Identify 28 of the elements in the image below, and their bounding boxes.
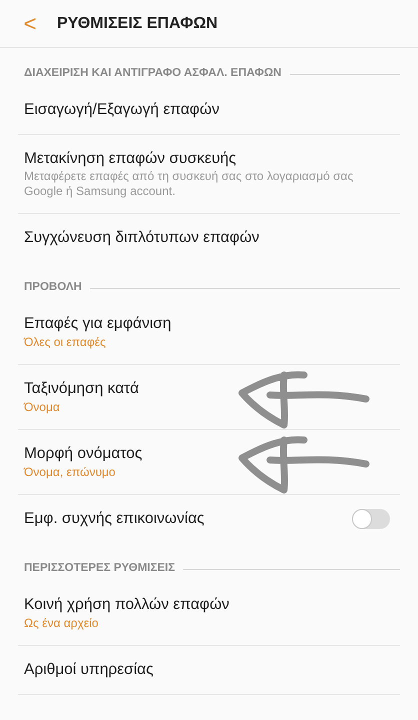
setting-value: Ως ένα αρχείο xyxy=(24,615,100,631)
setting-title: Επαφές για εμφάνιση xyxy=(24,314,172,334)
setting-value: Όνομα, επώνυμο xyxy=(24,464,116,480)
setting-title: Συγχώνευση διπλότυπων επαφών xyxy=(24,228,260,248)
setting-title: Εμφ. συχνής επικοινωνίας xyxy=(24,509,206,529)
setting-title: Μορφή ονόματος xyxy=(24,444,144,464)
setting-title: Κοινή χρήση πολλών επαφών xyxy=(24,595,230,615)
settings-row[interactable]: Ταξινόμηση κατά Όνομα xyxy=(0,365,418,429)
settings-row[interactable]: Μετακίνηση επαφών συσκευής Μεταφέρετε επαφές από τη συσκευή σας στο λογαριασμό σας Google ή Samsung account. xyxy=(0,135,418,213)
section-header: ΔΙΑΧΕΙΡΙΣΗ ΚΑΙ ΑΝΤΙΓΡΑΦΟ ΑΣΦΑΛ. ΕΠΑΦΩΝ xyxy=(24,66,282,81)
setting-title: Μετακίνηση επαφών συσκευής xyxy=(24,149,238,169)
setting-title: Εισαγωγή/Εξαγωγή επαφών xyxy=(24,100,220,120)
settings-row[interactable]: Επαφές για εμφάνιση Όλες οι επαφές xyxy=(0,300,418,364)
section-header: ΠΡΟΒΟΛΗ xyxy=(24,280,82,295)
settings-row[interactable]: Μορφή ονόματος Όνομα, επώνυμο xyxy=(0,430,418,494)
setting-title: Αριθμοί υπηρεσίας xyxy=(24,660,154,680)
setting-description: Μεταφέρετε επαφές από τη συσκευή σας στο λογαριασμό σας Google ή Samsung account. xyxy=(24,169,354,199)
section-header: ΠΕΡΙΣΣΟΤΕΡΕΣ ΡΥΘΜΙΣΕΙΣ xyxy=(24,560,176,576)
setting-title: Ταξινόμηση κατά xyxy=(24,379,140,399)
setting-value: Όλες οι επαφές xyxy=(24,334,107,350)
settings-row[interactable]: Συγχώνευση διπλότυπων επαφών xyxy=(0,214,418,262)
settings-row[interactable]: Εισαγωγή/Εξαγωγή επαφών xyxy=(0,86,418,134)
settings-row[interactable]: Εμφ. συχνής επικοινωνίας xyxy=(0,495,418,543)
settings-row[interactable]: Κοινή χρήση πολλών επαφών Ως ένα αρχείο xyxy=(0,581,418,645)
page-title: ΡΥΘΜΙΣΕΙΣ ΕΠΑΦΩΝ xyxy=(57,14,218,34)
toggle-switch[interactable] xyxy=(352,509,390,529)
setting-value: Όνομα xyxy=(24,399,61,415)
settings-row[interactable]: Αριθμοί υπηρεσίας xyxy=(0,646,418,694)
